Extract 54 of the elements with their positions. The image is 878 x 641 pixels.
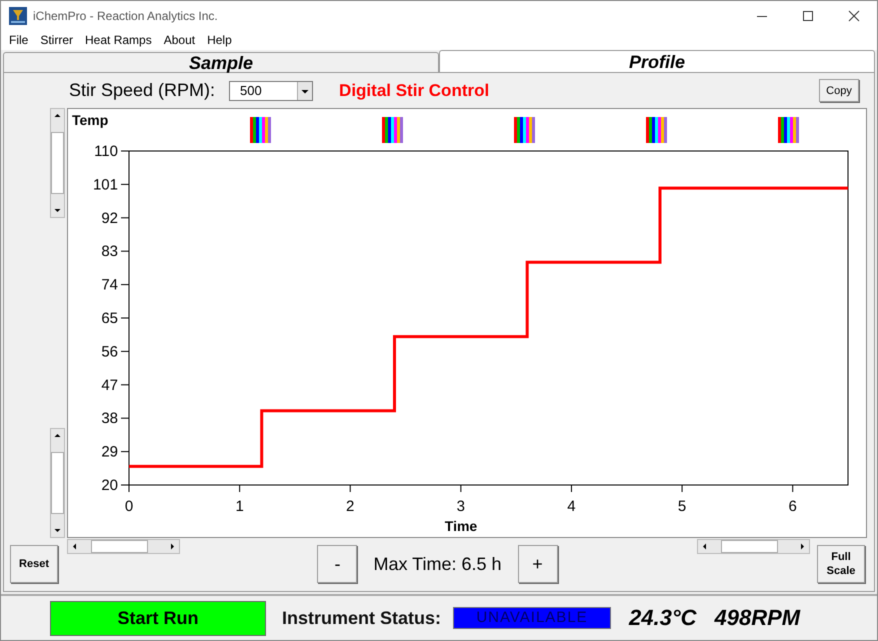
menu-item[interactable]: Heat Ramps [79, 33, 158, 47]
instrument-status-label: Instrument Status: [282, 608, 442, 628]
y-tick-label: 110 [94, 143, 118, 160]
y-tick-label: 38 [101, 410, 118, 428]
temperature-reading: 24.3°C [629, 605, 697, 631]
window-title: iChemPro - Reaction Analytics Inc. [33, 8, 218, 22]
marker-stripes-icon [382, 117, 403, 143]
x-tick-label: 2 [346, 498, 354, 515]
marker-stripes-icon [778, 117, 799, 143]
y-tick-label: 29 [101, 444, 118, 461]
y-tick-label: 56 [101, 343, 118, 360]
menu-item[interactable]: Help [201, 33, 238, 47]
decrease-button[interactable]: - [317, 545, 358, 583]
x-tick-label: 6 [788, 498, 797, 515]
full-scale-button[interactable]: Full Scale [817, 545, 865, 583]
y-tick-label: 101 [92, 176, 118, 194]
vertical-scrollbar[interactable] [50, 108, 65, 218]
menu-item[interactable]: File [3, 33, 34, 47]
x-tick-label: 1 [235, 498, 244, 515]
y-tick-label: 83 [101, 243, 118, 260]
rpm-reading: 498RPM [714, 605, 800, 631]
marker-stripes-icon [250, 117, 271, 143]
x-tick-label: 3 [456, 498, 466, 515]
reset-button[interactable]: Reset [10, 545, 58, 583]
copy-button[interactable]: Copy [819, 79, 859, 102]
horizontal-scrollbar[interactable] [67, 539, 180, 554]
start-run-button[interactable]: Start Run [50, 600, 266, 636]
y-tick-label: 74 [101, 276, 118, 294]
increase-button[interactable]: + [518, 545, 558, 583]
horizontal-scrollbar[interactable] [697, 539, 810, 554]
y-tick-label: 92 [101, 210, 118, 227]
y-tick-label: 65 [101, 310, 118, 327]
menu-item[interactable]: Stirrer [34, 33, 80, 47]
y-axis-title: Temp [72, 112, 108, 128]
x-tick-label: 4 [567, 498, 576, 515]
close-icon[interactable] [848, 10, 860, 22]
maximize-icon[interactable] [802, 10, 814, 22]
marker-stripes-icon [646, 117, 667, 143]
tab[interactable]: Sample [3, 52, 439, 72]
y-tick-label: 47 [101, 376, 118, 394]
y-tick-label: 20 [101, 477, 118, 494]
menu-item[interactable]: About [158, 33, 202, 47]
status-indicator: UNAVAILABLE [453, 607, 612, 629]
x-tick-label: 5 [678, 498, 686, 515]
vertical-scrollbar[interactable] [50, 428, 65, 538]
stir-speed-dropdown[interactable]: 500 [229, 80, 314, 100]
marker-stripes-icon [514, 117, 535, 143]
x-axis-title: Time [444, 518, 478, 534]
max-time-label: Max Time: 6.5 h [373, 554, 502, 574]
stir-speed-label: Stir Speed (RPM): [69, 80, 216, 101]
x-tick-label: 0 [124, 498, 134, 515]
app-logo-icon [9, 6, 27, 24]
tab[interactable]: Profile [439, 50, 875, 72]
mode-label: Digital Stir Control [339, 80, 490, 100]
